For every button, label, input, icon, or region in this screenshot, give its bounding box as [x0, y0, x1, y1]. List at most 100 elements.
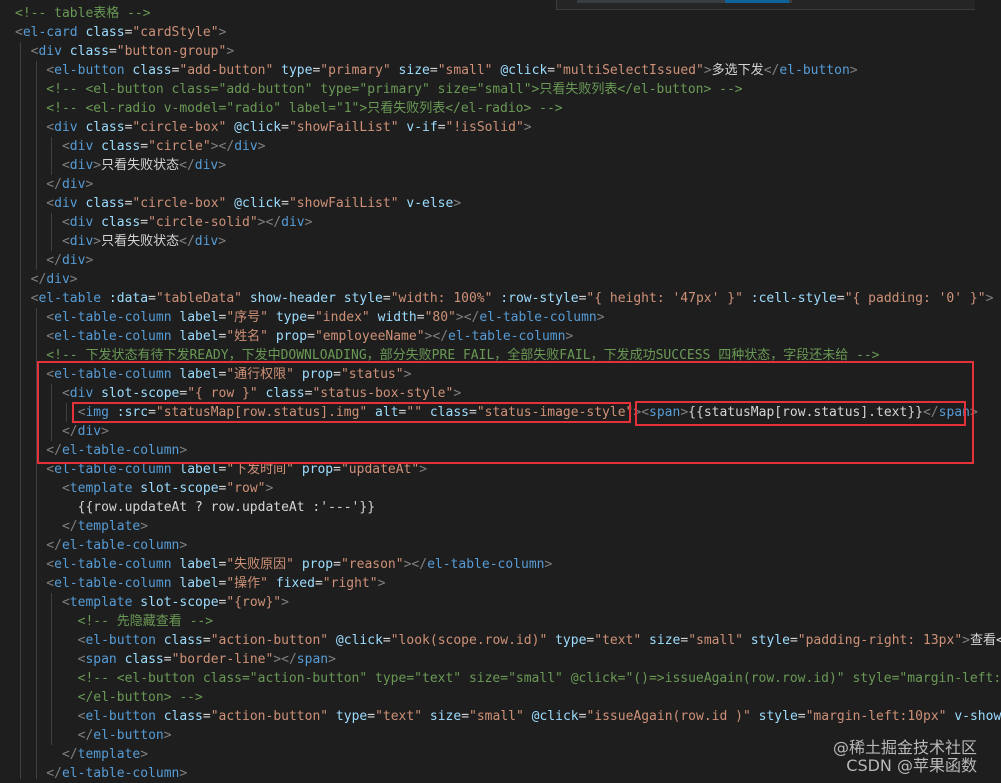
- code-token: div: [281, 215, 304, 230]
- code-token: "border-line": [172, 652, 274, 667]
- code-line[interactable]: <el-button class="action-button" @click=…: [15, 631, 1001, 650]
- code-token: >: [524, 120, 532, 135]
- code-token: div: [46, 272, 69, 287]
- code-editor[interactable]: <!-- table表格 --><el-card class="cardStyl…: [0, 0, 1001, 779]
- code-line[interactable]: </div>: [15, 270, 78, 289]
- watermark-csdn: CSDN @苹果函数: [846, 752, 977, 776]
- code-line[interactable]: <span class="border-line"></span>: [15, 650, 336, 669]
- code-token: "margin-left:10px": [806, 709, 947, 724]
- code-token: "circle-solid": [148, 215, 258, 230]
- code-token: =: [109, 44, 117, 59]
- code-token: >: [85, 177, 93, 192]
- code-line[interactable]: <el-button class="add-button" type="prim…: [15, 61, 858, 80]
- code-token: =: [333, 557, 341, 572]
- code-token: div: [54, 120, 77, 135]
- code-line[interactable]: </template>: [15, 517, 148, 536]
- code-line[interactable]: <template slot-scope="row">: [15, 479, 273, 498]
- code-token: <: [15, 139, 70, 154]
- code-token: >: [597, 310, 605, 325]
- code-token: class: [156, 709, 203, 724]
- code-line[interactable]: {{row.updateAt ? row.updateAt :'---'}}: [15, 498, 375, 517]
- code-token: ></: [404, 557, 427, 572]
- code-token: label: [172, 462, 219, 477]
- code-line[interactable]: <!-- <el-button class="add-button" type=…: [15, 80, 743, 99]
- code-token: >: [93, 158, 101, 173]
- code-token: <!-- <el-button class="action-button" ty…: [15, 671, 1001, 686]
- code-token: "showFailList": [289, 120, 399, 135]
- code-token: <: [15, 557, 54, 572]
- code-token: "row": [226, 481, 265, 496]
- code-line[interactable]: <el-table-column label="操作" fixed="right…: [15, 574, 385, 593]
- code-token: div: [54, 196, 77, 211]
- code-token: <!-- <el-button class="add-button" type=…: [15, 82, 743, 97]
- code-line[interactable]: </el-button>: [15, 726, 172, 745]
- code-line[interactable]: <!-- 先隐藏查看 -->: [15, 612, 213, 631]
- code-line[interactable]: <el-table-column label="姓名" prop="employ…: [15, 327, 573, 346]
- code-line[interactable]: <el-button class="action-button" type="t…: [15, 707, 1001, 726]
- code-token: "text": [375, 709, 422, 724]
- code-line[interactable]: <el-table-column label="失败原因" prop="reas…: [15, 555, 552, 574]
- code-line[interactable]: </template>: [15, 745, 148, 764]
- code-token: el-table-column: [54, 462, 171, 477]
- code-token: "{row}": [226, 595, 281, 610]
- code-token: =: [383, 291, 391, 306]
- code-line[interactable]: <div>只看失败状态</div>: [15, 156, 226, 175]
- code-token: el-table-column: [448, 329, 565, 344]
- code-token: >: [218, 158, 226, 173]
- code-token: fixed: [268, 576, 315, 591]
- code-token: =: [798, 709, 806, 724]
- code-token: label: [172, 310, 219, 325]
- code-line[interactable]: <div class="circle-box" @click="showFail…: [15, 118, 532, 137]
- code-line[interactable]: <!-- table表格 -->: [15, 4, 151, 23]
- code-line[interactable]: <template slot-scope="{row}">: [15, 593, 289, 612]
- code-line[interactable]: <div class="circle"></div>: [15, 137, 266, 156]
- code-token: <: [15, 329, 54, 344]
- code-token: >: [565, 329, 573, 344]
- code-token: 只看失败状态: [101, 158, 179, 173]
- code-token: "circle": [148, 139, 211, 154]
- code-line[interactable]: <el-table-column label="序号" type="index"…: [15, 308, 605, 327]
- code-token: el-button: [54, 63, 124, 78]
- code-line[interactable]: </el-table-column>: [15, 764, 187, 783]
- code-line[interactable]: <el-card class="cardStyle">: [15, 23, 226, 42]
- code-token: >: [85, 253, 93, 268]
- code-token: class: [62, 44, 109, 59]
- code-token: =: [333, 462, 341, 477]
- code-token: <: [15, 652, 85, 667]
- code-token: =: [680, 633, 688, 648]
- code-token: div: [70, 158, 93, 173]
- code-line[interactable]: <div class="circle-box" @click="showFail…: [15, 194, 461, 213]
- code-line[interactable]: <div class="circle-solid"></div>: [15, 213, 312, 232]
- code-token: >: [850, 63, 858, 78]
- code-token: >: [986, 291, 994, 306]
- code-token: <: [15, 576, 54, 591]
- code-line[interactable]: <el-table :data="tableData" show-header …: [15, 289, 993, 308]
- code-token: prop: [294, 557, 333, 572]
- code-line[interactable]: </el-button> -->: [15, 688, 203, 707]
- code-token: >: [219, 25, 227, 40]
- code-token: slot-scope: [132, 595, 218, 610]
- code-line[interactable]: <!-- <el-radio v-model="radio" label="1"…: [15, 99, 563, 118]
- code-token: </: [15, 177, 62, 192]
- code-token: "circle-box": [132, 196, 226, 211]
- code-token: >: [258, 139, 266, 154]
- code-line[interactable]: </div>: [15, 175, 93, 194]
- code-token: <: [15, 462, 54, 477]
- code-token: <: [15, 709, 85, 724]
- code-token: "small": [688, 633, 743, 648]
- code-token: =: [148, 291, 156, 306]
- code-token: <: [15, 120, 54, 135]
- code-line[interactable]: <div>只看失败状态</div>: [15, 232, 226, 251]
- highlight-box-span: [635, 401, 966, 426]
- code-token: "{ padding: '0' }": [845, 291, 986, 306]
- code-line[interactable]: <!-- <el-button class="action-button" ty…: [15, 669, 1001, 688]
- code-line[interactable]: </div>: [15, 251, 93, 270]
- code-token: span: [297, 652, 328, 667]
- code-token: type: [268, 310, 307, 325]
- code-token: type: [273, 63, 312, 78]
- code-token: el-table-column: [479, 310, 596, 325]
- code-line[interactable]: </el-table-column>: [15, 536, 187, 555]
- code-token: div: [70, 215, 93, 230]
- code-token: "small": [469, 709, 524, 724]
- code-line[interactable]: <div class="button-group">: [15, 42, 234, 61]
